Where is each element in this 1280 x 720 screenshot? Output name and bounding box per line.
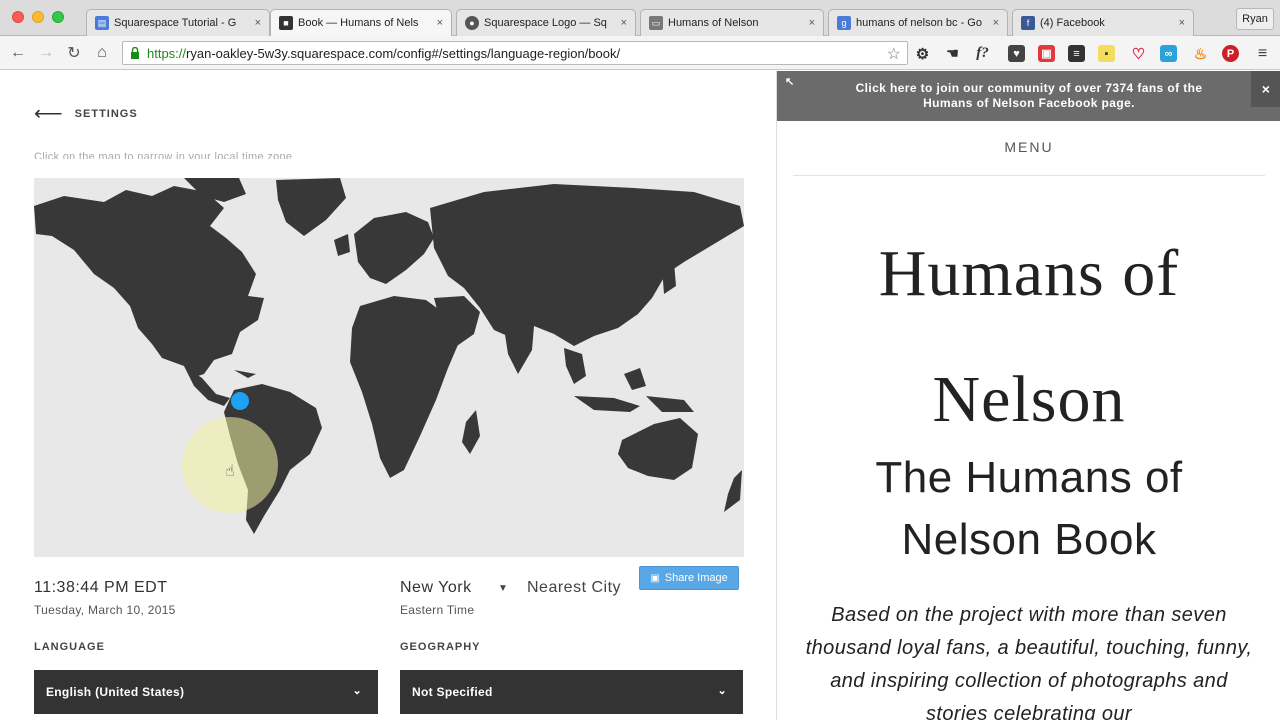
home-icon[interactable]: ⌂ bbox=[92, 43, 112, 63]
site-title-line: Nelson bbox=[932, 363, 1126, 436]
docs-icon: ▤ bbox=[95, 16, 109, 30]
forward-arrow-icon[interactable]: → bbox=[36, 43, 56, 63]
browser-tab[interactable]: ● Squarespace Logo — Sq × bbox=[456, 9, 636, 36]
language-value: English (United States) bbox=[46, 685, 185, 699]
site-title: Humans of Nelson bbox=[777, 211, 1280, 463]
site-title-line: Humans of bbox=[878, 237, 1180, 310]
tab-title: Book — Humans of Nels bbox=[298, 17, 419, 29]
map-instruction: Click on the map to narrow in your local… bbox=[34, 151, 293, 159]
squarespace-logo-icon: ● bbox=[465, 16, 479, 30]
timezone-map[interactable]: ☝ bbox=[34, 178, 744, 557]
function-icon[interactable]: f? bbox=[974, 45, 991, 62]
tab-title: Squarespace Logo — Sq bbox=[484, 17, 607, 29]
browser-toolbar: ← → ↻ ⌂ https://ryan-oakley-5w3y.squares… bbox=[0, 36, 1280, 70]
geography-value: Not Specified bbox=[412, 685, 493, 699]
bookmark-star-icon[interactable]: ☆ bbox=[887, 44, 901, 64]
caret-down-icon[interactable]: ▼ bbox=[498, 583, 508, 594]
address-bar[interactable]: https://ryan-oakley-5w3y.squarespace.com… bbox=[122, 41, 908, 65]
tab-close-icon[interactable]: × bbox=[993, 17, 999, 29]
tab-close-icon[interactable]: × bbox=[255, 17, 261, 29]
city-selector[interactable]: New York bbox=[400, 579, 472, 597]
browser-tab[interactable]: g humans of nelson bc - Go × bbox=[828, 9, 1008, 36]
hand-icon[interactable]: ☚ bbox=[944, 45, 961, 62]
facebook-banner[interactable]: ↖ Click here to join our community of ov… bbox=[777, 71, 1280, 121]
window-close-button[interactable] bbox=[12, 11, 24, 23]
tab-close-icon[interactable]: × bbox=[1179, 17, 1185, 29]
browser-tab[interactable]: f (4) Facebook × bbox=[1012, 9, 1194, 36]
layers-icon[interactable]: ≡ bbox=[1068, 45, 1085, 62]
divider bbox=[793, 175, 1265, 176]
settings-back-label: SETTINGS bbox=[74, 108, 138, 120]
tab-close-icon[interactable]: × bbox=[809, 17, 815, 29]
tab-title: humans of nelson bc - Go bbox=[856, 17, 982, 29]
chevron-down-icon: ⌄ bbox=[717, 685, 727, 697]
notes-icon[interactable]: ▪ bbox=[1098, 45, 1115, 62]
world-map-image: ☝ bbox=[34, 178, 744, 557]
heart-icon[interactable]: ♡ bbox=[1130, 45, 1147, 63]
current-time: 11:38:44 PM EDT bbox=[34, 579, 168, 596]
fire-icon[interactable]: ♨ bbox=[1192, 45, 1209, 63]
tab-close-icon[interactable]: × bbox=[621, 17, 627, 29]
extension-red-icon[interactable]: ▣ bbox=[1038, 45, 1055, 62]
reload-icon[interactable]: ↻ bbox=[64, 43, 84, 63]
page-heading-line: The Humans of bbox=[875, 453, 1183, 502]
close-icon[interactable]: × bbox=[1251, 71, 1280, 107]
language-label: LANGUAGE bbox=[34, 641, 105, 653]
location-marker-icon[interactable] bbox=[231, 392, 249, 410]
current-date: Tuesday, March 10, 2015 bbox=[34, 603, 176, 617]
page-heading: The Humans of Nelson Book bbox=[777, 447, 1280, 571]
back-arrow-icon: ⟵ bbox=[34, 103, 63, 125]
share-image-button[interactable]: ▣ Share Image bbox=[639, 566, 739, 590]
url-text: ryan-oakley-5w3y.squarespace.com/config#… bbox=[186, 45, 621, 61]
share-image-label: Share Image bbox=[664, 572, 728, 584]
facebook-icon: f bbox=[1021, 16, 1035, 30]
tab-close-icon[interactable]: × bbox=[437, 17, 443, 29]
menu-link[interactable]: MENU bbox=[777, 139, 1280, 155]
chevron-down-icon: ⌄ bbox=[352, 685, 362, 697]
window-minimize-button[interactable] bbox=[32, 11, 44, 23]
pocket-icon[interactable]: ♥ bbox=[1008, 45, 1025, 62]
tab-title: Squarespace Tutorial - G bbox=[114, 17, 237, 29]
geography-label: GEOGRAPHY bbox=[400, 641, 481, 653]
browser-tab-strip: ▤ Squarespace Tutorial - G × ■ Book — Hu… bbox=[0, 0, 1280, 36]
intro-paragraph: Based on the project with more than seve… bbox=[805, 604, 1253, 720]
url-scheme: https:// bbox=[147, 45, 187, 61]
link-icon[interactable]: ∞ bbox=[1160, 45, 1177, 62]
pinterest-icon[interactable]: P bbox=[1222, 45, 1239, 62]
settings-panel: ⟵ SETTINGS Click on the map to narrow in… bbox=[0, 71, 776, 720]
lock-icon bbox=[131, 47, 139, 59]
image-icon: ▣ bbox=[650, 572, 660, 584]
browser-tab-active[interactable]: ■ Book — Humans of Nels × bbox=[270, 9, 452, 36]
nearest-city-label[interactable]: Nearest City bbox=[527, 579, 621, 597]
tab-title: Humans of Nelson bbox=[668, 17, 759, 29]
browser-tab[interactable]: ▭ Humans of Nelson × bbox=[640, 9, 824, 36]
settings-back-link[interactable]: ⟵ SETTINGS bbox=[34, 103, 138, 125]
back-arrow-icon[interactable]: ← bbox=[8, 43, 28, 63]
browser-tab[interactable]: ▤ Squarespace Tutorial - G × bbox=[86, 9, 270, 36]
hand-cursor-icon: ☝ bbox=[225, 461, 235, 480]
facebook-banner-text: Click here to join our community of over… bbox=[855, 81, 1203, 110]
window-maximize-button[interactable] bbox=[52, 11, 64, 23]
page-icon: ▭ bbox=[649, 16, 663, 30]
site-preview: ↖ Click here to join our community of ov… bbox=[776, 71, 1280, 720]
page-heading-line: Nelson Book bbox=[901, 515, 1157, 564]
geography-select[interactable]: Not Specified ⌄ bbox=[400, 670, 743, 714]
language-select[interactable]: English (United States) ⌄ bbox=[34, 670, 378, 714]
squarespace-icon: ■ bbox=[279, 16, 293, 30]
gear-icon[interactable]: ⚙ bbox=[914, 45, 931, 63]
expand-arrow-icon[interactable]: ↖ bbox=[785, 75, 795, 90]
timezone-name: Eastern Time bbox=[400, 603, 475, 617]
tab-title: (4) Facebook bbox=[1040, 17, 1105, 29]
menu-icon[interactable]: ≡ bbox=[1254, 45, 1271, 62]
profile-button[interactable]: Ryan bbox=[1236, 8, 1274, 30]
google-icon: g bbox=[837, 16, 851, 30]
